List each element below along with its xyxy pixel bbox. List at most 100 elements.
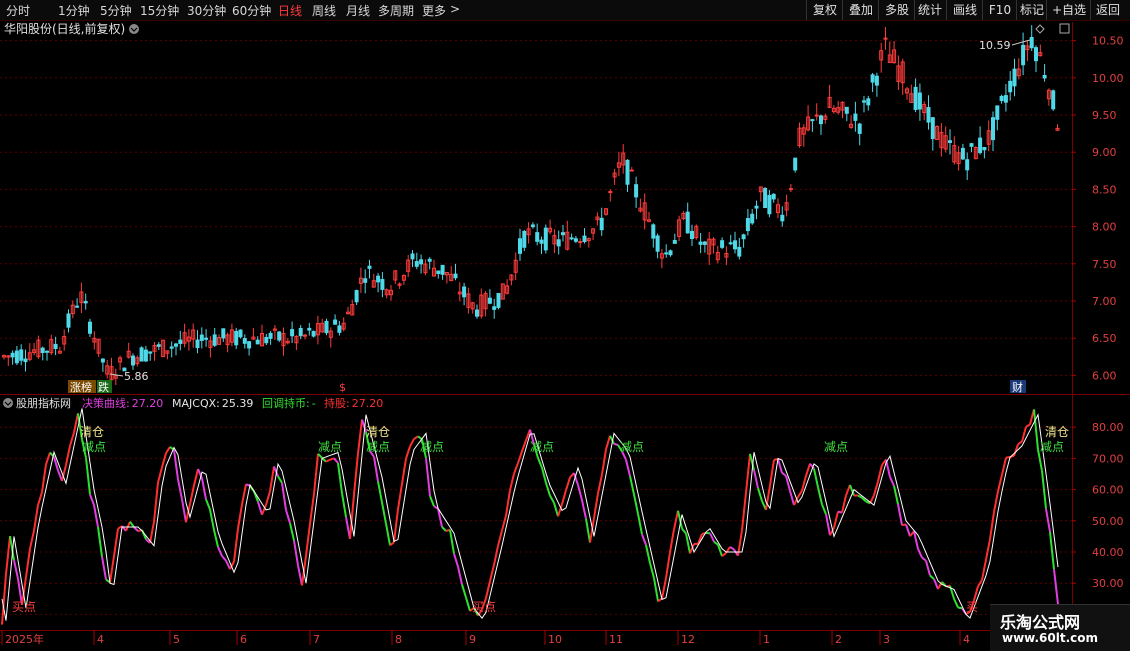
candle-body [101,359,104,362]
candle-body [1030,38,1033,48]
indicator-dropdown-icon[interactable] [3,398,13,408]
ind-tick-label: 50.00 [1092,515,1124,528]
decision-curve-seg [922,558,926,561]
decision-curve-seg [898,504,902,525]
decision-curve-seg [662,578,666,598]
candle-body [144,350,147,361]
decision-curve-seg [490,565,494,581]
time-tick-label: 4 [97,633,104,646]
candle-body [544,228,547,250]
candle-body [428,259,431,261]
decision-curve-seg [906,525,910,537]
decision-curve-seg [14,560,18,579]
indicator-item-majcqx: MAJCQX:25.39 [172,397,253,410]
indicator-name[interactable]: 股朋指标网 [16,396,71,410]
candle-body [265,337,268,342]
decision-curve-seg [990,512,994,539]
decision-curve-seg [790,491,794,505]
candle-body [523,231,526,247]
decision-curve-seg [234,528,238,561]
candle-body [983,147,986,149]
candle-body [415,262,418,267]
candle-body [175,344,178,346]
candle-body [531,225,534,227]
signal-buy-3: 买 [966,600,978,614]
decision-curve-seg [206,499,210,509]
candle-body [1043,75,1046,77]
time-tick-label: 2025年 [5,632,44,646]
candle-body [1009,81,1012,91]
signal-reduce-7: 减点 [824,440,848,454]
candle-body [41,348,44,352]
candle-body [751,214,754,223]
price-tick-label: 6.00 [1092,369,1117,382]
zhangbang-tag[interactable]: 涨榜 [70,380,92,394]
candle-body [420,260,423,264]
candle-body [992,118,995,140]
candle-body [355,291,358,302]
candle-body [609,192,612,193]
candle-body [243,339,246,344]
decision-curve-seg [670,529,674,552]
decision-curve-seg [414,436,418,439]
decision-curve-seg [594,493,598,518]
decision-curve-seg [290,523,294,540]
candle-body [334,320,337,324]
candle-body [519,239,522,254]
candle-body [600,218,603,229]
decision-curve-seg [354,453,358,494]
decision-curve-seg [222,556,226,561]
price-tick-label: 7.00 [1092,295,1117,308]
price-tick-label: 8.50 [1092,183,1117,196]
diamond-icon[interactable] [1036,25,1044,33]
window-toggle-icon[interactable] [1060,24,1069,33]
decision-curve-seg [654,578,658,601]
candle-body [562,233,565,235]
decision-curve-seg [514,463,518,474]
decision-curve-seg [758,488,762,501]
candle-body [854,114,857,120]
decision-curve-seg [90,494,94,504]
ind-tick-label: 70.00 [1092,452,1124,465]
kline-chart[interactable]: 10.5010.009.509.008.508.007.507.006.506.… [0,0,1130,650]
candle-body [540,240,543,243]
decision-curve-seg [494,546,498,565]
decision-curve-seg [606,436,610,449]
stock-title: 华阳股份(日线,前复权) [4,21,125,36]
candle-body [1022,45,1025,64]
candle-body [269,333,272,338]
decision-curve-seg [894,486,898,504]
candle-body [635,185,638,197]
candle-body [1000,96,1003,100]
cai-tag[interactable]: 财 [1012,380,1023,394]
signal-buy-1: 买点 [12,600,36,614]
decision-curve-seg [602,449,606,474]
decision-curve-seg [402,459,406,484]
candle-body [149,352,152,353]
dollar-tag[interactable]: $ [339,381,346,394]
candle-body [239,330,242,337]
decision-curve-seg [986,539,990,559]
candle-body [205,338,208,339]
decision-curve-seg [746,454,750,493]
watermark-url: www.60lt.com [1002,631,1098,645]
decision-curve-seg [1006,457,1010,458]
decision-curve-seg [682,529,686,534]
title-dropdown-icon[interactable] [129,24,139,34]
candle-body [364,279,367,283]
decision-curve-seg [718,545,722,556]
candle-body [755,206,758,208]
decision-curve-seg [94,505,98,527]
die-tag[interactable]: 跌 [98,380,109,394]
candle-body [454,274,457,278]
watermark: 乐淘公式网 www.60lt.com [990,604,1130,651]
decision-curve-seg [714,542,718,545]
candle-body [304,335,307,336]
decision-curve-seg [1018,441,1022,444]
decision-curve-seg [326,460,330,462]
decision-curve-seg [634,494,638,513]
candle-body [570,238,573,239]
decision-curve-seg [674,511,678,530]
decision-curve-seg [958,607,962,608]
decision-curve-seg [582,500,586,518]
